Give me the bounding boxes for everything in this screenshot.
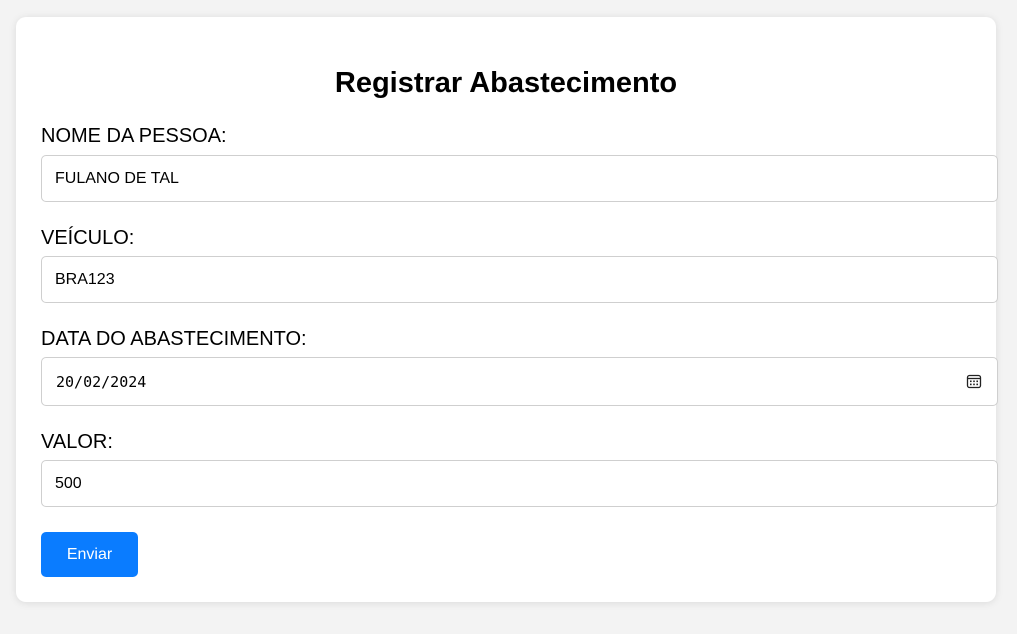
nome-input[interactable]: [41, 155, 998, 202]
form-card: Registrar Abastecimento NOME DA PESSOA: …: [16, 17, 998, 602]
page-title: Registrar Abastecimento: [334, 67, 678, 99]
valor-label: VALOR:: [41, 431, 113, 453]
enviar-button[interactable]: Enviar: [41, 532, 138, 577]
calendar-icon[interactable]: [966, 373, 982, 389]
data-value: 20/02/2024: [56, 373, 147, 391]
nome-label: NOME DA PESSOA:: [41, 125, 227, 147]
valor-input[interactable]: [41, 460, 998, 507]
veiculo-label: VEÍCULO:: [41, 227, 135, 249]
veiculo-input[interactable]: [41, 256, 998, 303]
data-input[interactable]: 20/02/2024: [41, 357, 998, 406]
data-label: DATA DO ABASTECIMENTO:: [41, 328, 307, 350]
